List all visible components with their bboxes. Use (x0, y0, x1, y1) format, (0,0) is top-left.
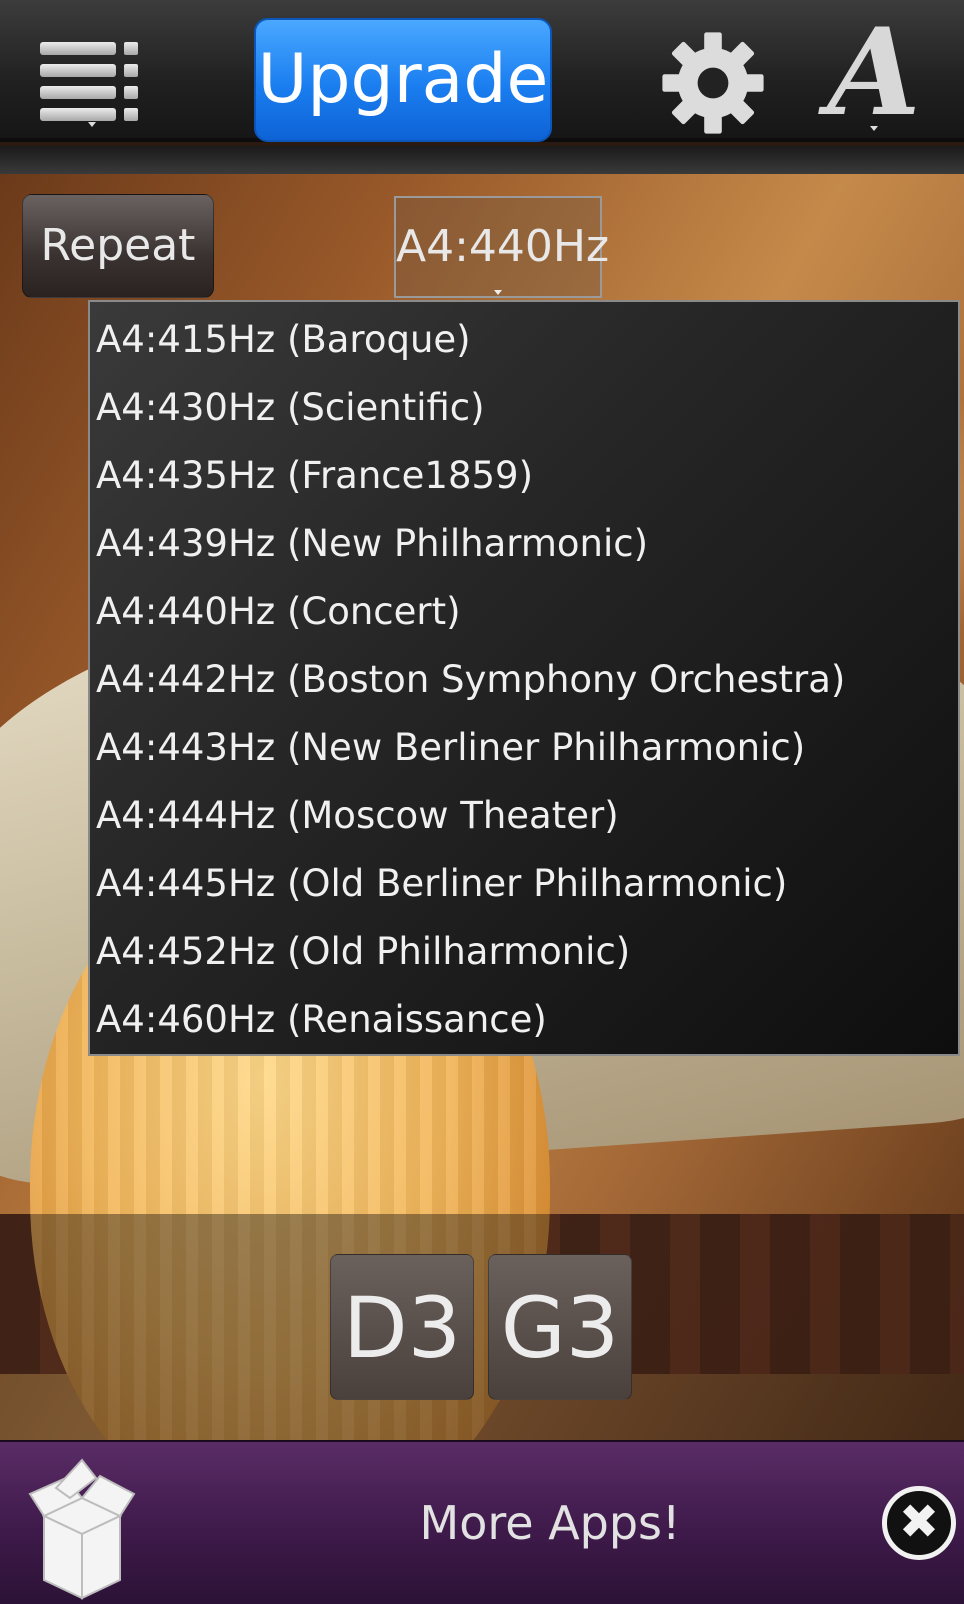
menu-line (40, 42, 116, 55)
font-style-icon[interactable]: A (814, 13, 934, 133)
more-apps-label: More Apps! (419, 1496, 681, 1550)
menu-square (124, 86, 138, 99)
pitch-option[interactable]: A4:440Hz (Concert) (90, 578, 958, 646)
menu-line (40, 64, 116, 77)
pitch-option[interactable]: A4:430Hz (Scientific) (90, 374, 958, 442)
menu-line (40, 108, 116, 121)
gear-icon[interactable] (658, 28, 768, 138)
pitch-option[interactable]: A4:439Hz (New Philharmonic) (90, 510, 958, 578)
upgrade-button[interactable]: Upgrade (254, 18, 552, 142)
pitch-option[interactable]: A4:452Hz (Old Philharmonic) (90, 918, 958, 986)
dropdown-caret-icon (88, 122, 96, 127)
pitch-selected-value: A4:440Hz (396, 221, 610, 272)
more-apps-banner[interactable]: More Apps! ✖ (0, 1440, 964, 1604)
toolbar-divider (0, 146, 964, 174)
dropdown-caret-icon (494, 290, 502, 295)
pitch-option[interactable]: A4:415Hz (Baroque) (90, 306, 958, 374)
pitch-option[interactable]: A4:444Hz (Moscow Theater) (90, 782, 958, 850)
strings-panel (0, 1214, 964, 1440)
pitch-standard-spinner[interactable]: A4:440Hz (394, 196, 609, 298)
menu-square (124, 108, 138, 121)
pitch-option[interactable]: A4:435Hz (France1859) (90, 442, 958, 510)
string-button-g3[interactable]: G3 (488, 1254, 632, 1400)
string-button-d3[interactable]: D3 (330, 1254, 474, 1400)
top-toolbar: Upgrade A (0, 0, 964, 142)
dropdown-caret-icon (870, 126, 878, 131)
menu-square (124, 64, 138, 77)
open-box-icon (28, 1458, 136, 1600)
pitch-option[interactable]: A4:460Hz (Renaissance) (90, 986, 958, 1054)
pitch-dropdown-list: A4:415Hz (Baroque) A4:430Hz (Scientific)… (88, 300, 960, 1056)
font-style-glyph: A (827, 2, 921, 143)
pitch-option[interactable]: A4:445Hz (Old Berliner Philharmonic) (90, 850, 958, 918)
menu-square (124, 42, 138, 55)
list-menu-icon[interactable] (36, 38, 146, 130)
pitch-option[interactable]: A4:442Hz (Boston Symphony Orchestra) (90, 646, 958, 714)
menu-line (40, 86, 116, 99)
close-icon[interactable]: ✖ (882, 1486, 956, 1560)
repeat-button[interactable]: Repeat (22, 194, 214, 298)
pitch-option[interactable]: A4:443Hz (New Berliner Philharmonic) (90, 714, 958, 782)
